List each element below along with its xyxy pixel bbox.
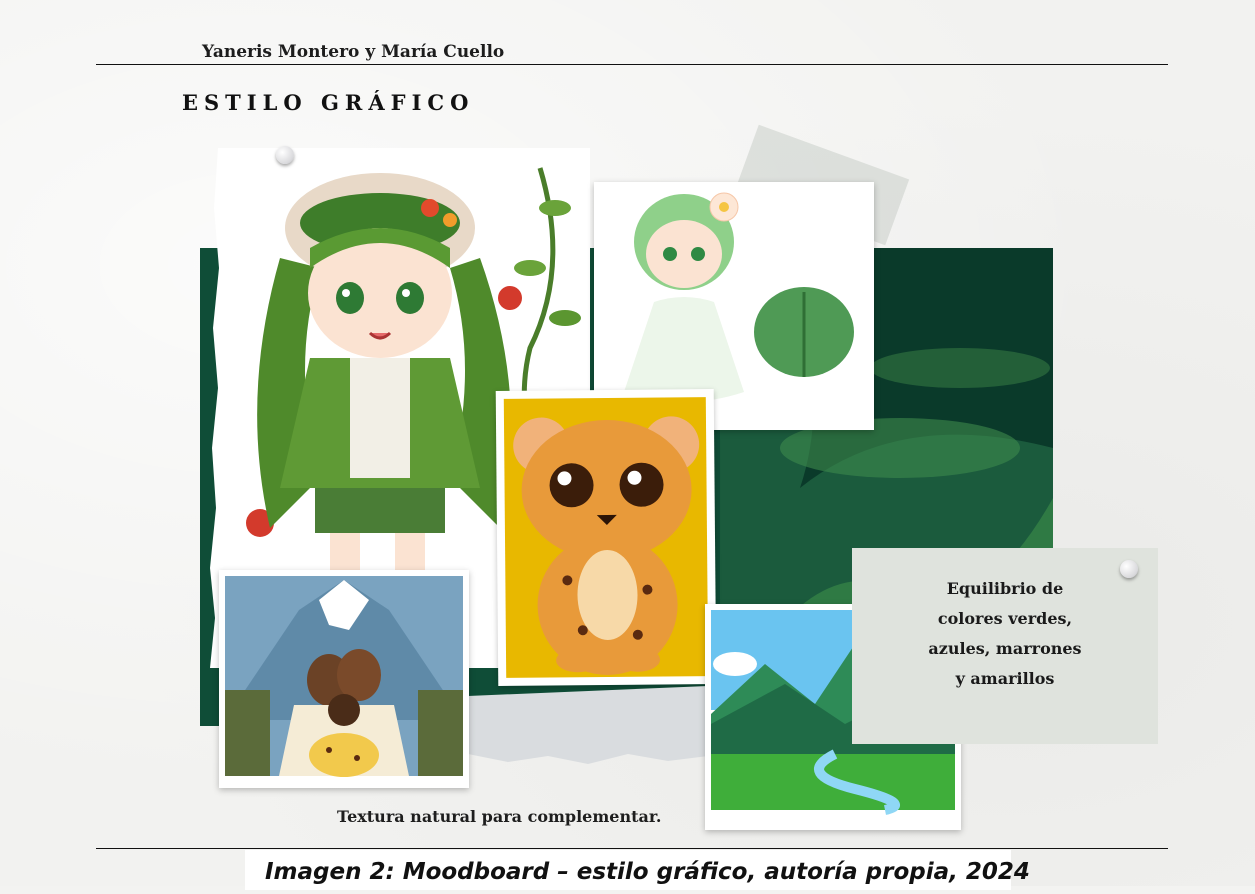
pin-icon bbox=[1120, 560, 1138, 578]
couple-jaguar-photo bbox=[219, 570, 469, 788]
note-line: colores verdes, bbox=[937, 609, 1073, 628]
jaguar-photo bbox=[495, 389, 717, 686]
note-line: y amarillos bbox=[955, 669, 1055, 688]
top-rule bbox=[96, 64, 1168, 65]
note-line: azules, marrones bbox=[928, 639, 1082, 658]
color-balance-note: Equilibrio de colores verdes, azules, ma… bbox=[852, 548, 1158, 744]
section-title: ESTILO GRÁFICO bbox=[182, 90, 475, 115]
bottom-rule bbox=[96, 848, 1168, 849]
gray-paper-strip bbox=[468, 686, 708, 766]
figure-caption: Imagen 2: Moodboard – estilo gráfico, au… bbox=[245, 850, 1030, 890]
pin-icon bbox=[276, 146, 294, 164]
author-names: Yaneris Montero y María Cuello bbox=[202, 42, 505, 62]
texture-caption: Textura natural para complementar. bbox=[337, 807, 662, 826]
note-line: Equilibrio de bbox=[946, 579, 1064, 598]
